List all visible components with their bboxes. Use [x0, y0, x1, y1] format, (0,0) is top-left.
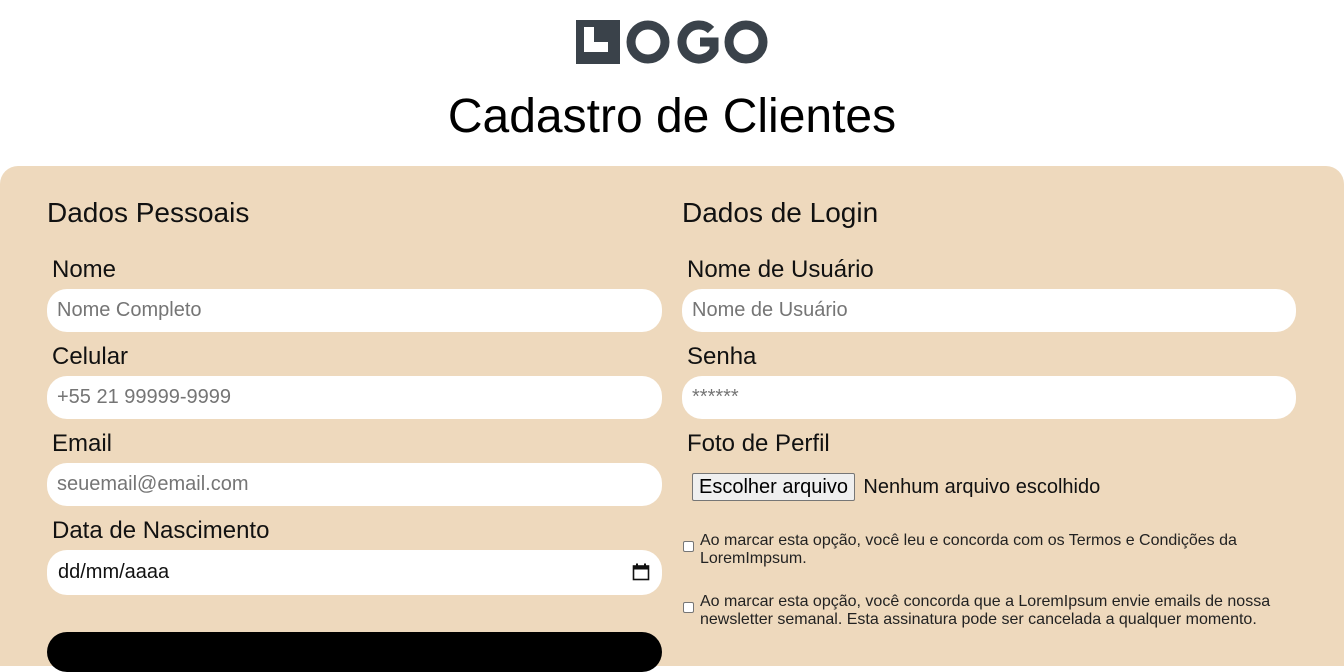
profile-photo-input: Escolher arquivo Nenhum arquivo escolhid…: [692, 473, 1100, 501]
username-input[interactable]: [682, 289, 1296, 332]
email-label: Email: [52, 430, 113, 457]
email-input[interactable]: [47, 463, 662, 506]
profile-photo-label: Foto de Perfil: [687, 430, 830, 457]
birth-date-value: dd/mm/aaaa: [58, 561, 170, 583]
birth-date-label: Data de Nascimento: [52, 517, 270, 544]
name-input[interactable]: [47, 289, 662, 332]
password-label: Senha: [687, 343, 757, 370]
terms-text: Ao marcar esta opção, você leu e concord…: [700, 532, 1237, 567]
newsletter-checkbox[interactable]: [683, 602, 694, 613]
birth-date-input[interactable]: dd/mm/aaaa: [47, 550, 662, 595]
page-title: Cadastro de Clientes: [447, 90, 897, 143]
login-section-title: Dados de Login: [682, 197, 879, 228]
file-status: Nenhum arquivo escolhido: [863, 476, 1101, 498]
logo: [576, 20, 770, 64]
choose-file-button[interactable]: Escolher arquivo: [692, 473, 855, 501]
submit-button[interactable]: [47, 632, 662, 672]
personal-section-title: Dados Pessoais: [47, 197, 250, 228]
phone-label: Celular: [52, 343, 129, 370]
terms-checkbox[interactable]: [683, 541, 694, 552]
logo-mark-icon: [576, 20, 768, 64]
username-label: Nome de Usuário: [687, 256, 874, 283]
newsletter-text: Ao marcar esta opção, você concorda que …: [700, 593, 1271, 628]
registration-form: Dados Pessoais Nome Celular Email Data d…: [0, 166, 1344, 672]
phone-input[interactable]: [47, 376, 662, 419]
calendar-icon[interactable]: [632, 563, 650, 581]
password-input[interactable]: [682, 376, 1296, 419]
name-label: Nome: [52, 256, 117, 283]
